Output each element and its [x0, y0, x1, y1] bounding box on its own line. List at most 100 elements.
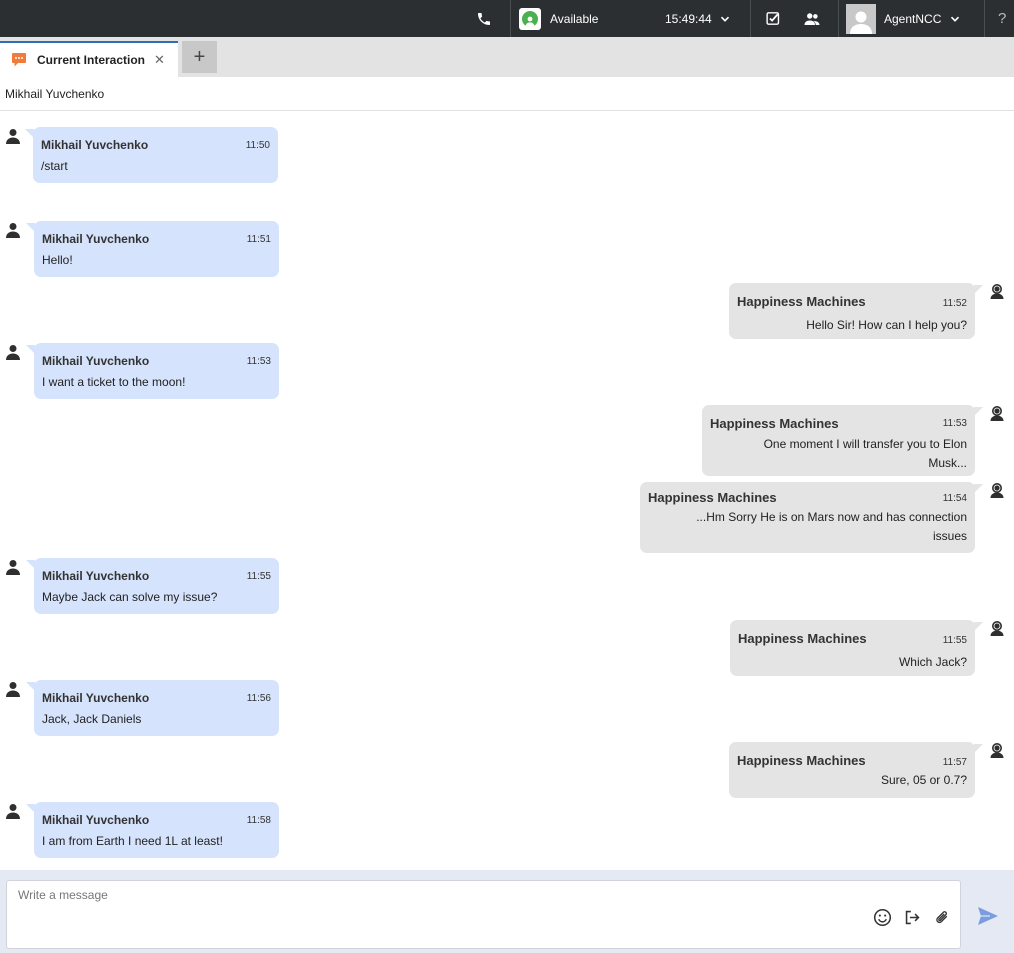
send-icon[interactable]	[976, 904, 1000, 928]
phone-button[interactable]	[476, 0, 492, 37]
customer-avatar-icon	[6, 682, 20, 697]
message-text: ...Hm Sorry He is on Mars now and has co…	[696, 508, 967, 546]
bubble-tail	[974, 744, 983, 753]
bubble-tail	[26, 682, 35, 691]
message-time: 11:51	[246, 234, 271, 245]
message-bubble: Mikhail Yuvchenko 11:51 Hello!	[26, 221, 279, 277]
bubble-tail	[974, 407, 983, 416]
help-button[interactable]: ?	[998, 0, 1006, 37]
message-sender: Happiness Machines	[710, 416, 839, 431]
chevron-down-icon	[720, 16, 729, 22]
message-line: I am from Earth I need 1L at least!	[42, 834, 223, 848]
end-chat-icon[interactable]	[902, 907, 922, 927]
bot-agent-icon	[990, 483, 1004, 498]
message-line: Maybe Jack can solve my issue?	[42, 590, 218, 604]
message-line: /start	[41, 159, 68, 173]
message-bubble: Mikhail Yuvchenko 11:55 Maybe Jack can s…	[26, 558, 279, 614]
message-sender: Happiness Machines	[737, 753, 866, 768]
message-text: Hello Sir! How can I help you?	[806, 316, 967, 335]
agent-name: AgentNCC	[884, 11, 942, 26]
message-time: 11:50	[245, 140, 270, 151]
bubble-tail	[974, 285, 983, 294]
topbar-divider	[984, 0, 985, 37]
dispositions-button[interactable]	[765, 0, 782, 37]
message-text: I am from Earth I need 1L at least!	[42, 832, 223, 851]
topbar-divider	[750, 0, 751, 37]
tab-label: Current Interaction	[37, 53, 146, 67]
message-line: Sure, 05 or 0.7?	[880, 773, 967, 787]
close-tab-icon[interactable]: ✕	[154, 52, 165, 68]
message-line: Jack, Jack Daniels	[42, 712, 142, 726]
bubble-tail	[26, 804, 35, 813]
message-bubble: Happiness Machines 11:53 One moment I wi…	[702, 405, 983, 476]
message-sender: Happiness Machines	[648, 490, 777, 505]
customer-avatar-icon	[6, 223, 20, 238]
bot-agent-icon	[990, 284, 1004, 299]
message-composer	[0, 870, 1014, 953]
message-line: issues	[932, 529, 967, 543]
agent-menu[interactable]: AgentNCC	[846, 0, 960, 37]
message-time: 11:53	[942, 418, 967, 429]
message-text: Jack, Jack Daniels	[42, 710, 141, 729]
customer-avatar-icon	[6, 345, 20, 360]
message-sender: Mikhail Yuvchenko	[42, 569, 150, 583]
message-time: 11:54	[942, 493, 967, 504]
clock-dropdown[interactable]: 15:49:44	[665, 0, 730, 37]
bubble-tail	[25, 129, 34, 138]
attachment-icon[interactable]	[932, 907, 952, 927]
message-text: /start	[41, 157, 68, 176]
tab-bar: Current Interaction ✕ +	[0, 37, 1014, 77]
chevron-down-icon	[951, 16, 960, 22]
customer-avatar-icon	[6, 804, 20, 819]
edit-checkbox-icon	[766, 12, 780, 25]
message-time: 11:52	[942, 298, 967, 309]
message-sender: Happiness Machines	[737, 294, 866, 309]
top-bar: Available 15:49:44 AgentNCC ?	[0, 0, 1014, 37]
message-text: Sure, 05 or 0.7?	[881, 771, 967, 790]
status-selector[interactable]: Available	[519, 0, 598, 37]
bubble-tail	[26, 560, 35, 569]
add-tab-button[interactable]: +	[182, 41, 217, 73]
phone-icon	[478, 12, 490, 25]
message-line: Musk...	[928, 456, 967, 470]
message-bubble: Happiness Machines 11:55 Which Jack?	[730, 620, 983, 676]
team-communicator-button[interactable]	[803, 0, 821, 37]
bot-agent-icon	[990, 406, 1004, 421]
message-bubble: Mikhail Yuvchenko 11:53 I want a ticket …	[26, 343, 279, 399]
contact-name: Mikhail Yuvchenko	[5, 86, 105, 101]
message-sender: Mikhail Yuvchenko	[42, 813, 150, 827]
message-sender: Mikhail Yuvchenko	[42, 354, 150, 368]
tab-current-interaction[interactable]: Current Interaction ✕	[0, 41, 178, 77]
message-bubble: Happiness Machines 11:52 Hello Sir! How …	[729, 283, 983, 339]
message-bubble: Happiness Machines 11:54 ...Hm Sorry He …	[640, 482, 983, 553]
message-text: I want a ticket to the moon!	[42, 373, 185, 392]
message-input[interactable]	[6, 880, 961, 949]
message-time: 11:55	[246, 571, 271, 582]
team-icon	[804, 12, 820, 25]
message-time: 11:57	[942, 757, 967, 768]
bubble-tail	[974, 622, 983, 631]
message-text: One moment I will transfer you to Elon M…	[764, 435, 967, 473]
message-line: Which Jack?	[898, 655, 967, 669]
message-sender: Mikhail Yuvchenko	[41, 138, 149, 152]
message-line: Hello!	[42, 253, 73, 267]
message-time: 11:58	[246, 815, 271, 826]
message-line: I want a ticket to the moon!	[42, 375, 186, 389]
message-time: 11:53	[246, 356, 271, 367]
message-bubble: Mikhail Yuvchenko 11:56 Jack, Jack Danie…	[26, 680, 279, 736]
message-bubble: Mikhail Yuvchenko 11:58 I am from Earth …	[26, 802, 279, 858]
emoji-icon[interactable]	[872, 907, 892, 927]
topbar-divider	[510, 0, 511, 37]
message-sender: Happiness Machines	[738, 631, 867, 646]
message-time: 11:55	[942, 635, 967, 646]
session-clock: 15:49:44	[665, 11, 712, 26]
message-bubble: Happiness Machines 11:57 Sure, 05 or 0.7…	[729, 742, 983, 798]
bubble-tail	[974, 484, 983, 493]
agent-avatar-icon	[846, 3, 876, 34]
available-status-icon	[519, 7, 541, 30]
message-line: ...Hm Sorry He is on Mars now and has co…	[696, 510, 967, 524]
customer-avatar-icon	[6, 129, 20, 144]
contact-header: Mikhail Yuvchenko	[0, 77, 1014, 111]
chat-transcript[interactable]: Mikhail Yuvchenko 11:50 /start Mikhail Y…	[0, 111, 1014, 870]
bot-agent-icon	[990, 621, 1004, 636]
